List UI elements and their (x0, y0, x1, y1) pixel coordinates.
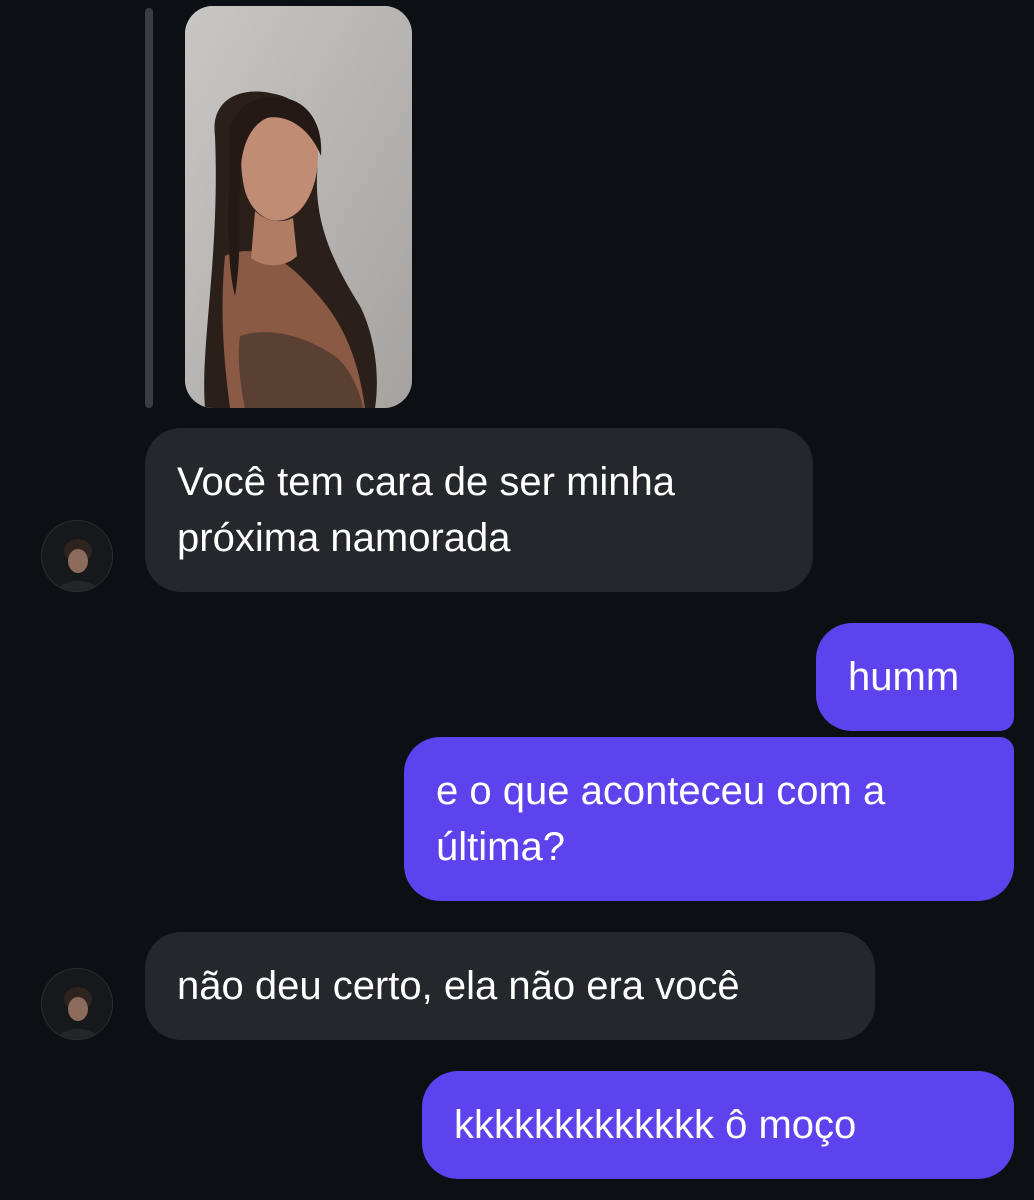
message-line: humm (848, 655, 960, 699)
message-bubble-outgoing[interactable]: humm (816, 623, 1014, 731)
message-bubble-incoming[interactable]: Você tem cara de ser minha próxima namor… (145, 428, 813, 592)
photo-image (185, 6, 412, 408)
message-line: Você tem cara de ser minha (177, 460, 676, 504)
message-bubble-outgoing[interactable]: kkkkkkkkkkkkk ô moço (422, 1071, 1014, 1179)
sender-avatar[interactable] (41, 520, 113, 592)
message-bubble-incoming[interactable]: não deu certo, ela não era você (145, 932, 875, 1040)
avatar-image (42, 969, 112, 1039)
sender-avatar[interactable] (41, 968, 113, 1040)
message-line: e o que aconteceu com a (436, 769, 886, 813)
message-bubble-outgoing[interactable]: e o que aconteceu com a última? (404, 737, 1014, 901)
message-line: próxima namorada (177, 516, 511, 560)
reply-indicator-bar (145, 8, 153, 408)
replied-photo[interactable] (185, 6, 412, 408)
message-line: não deu certo, ela não era você (177, 964, 740, 1008)
message-line: kkkkkkkkkkkkk ô moço (454, 1103, 857, 1147)
message-line: última? (436, 825, 565, 869)
avatar-image (42, 521, 112, 591)
